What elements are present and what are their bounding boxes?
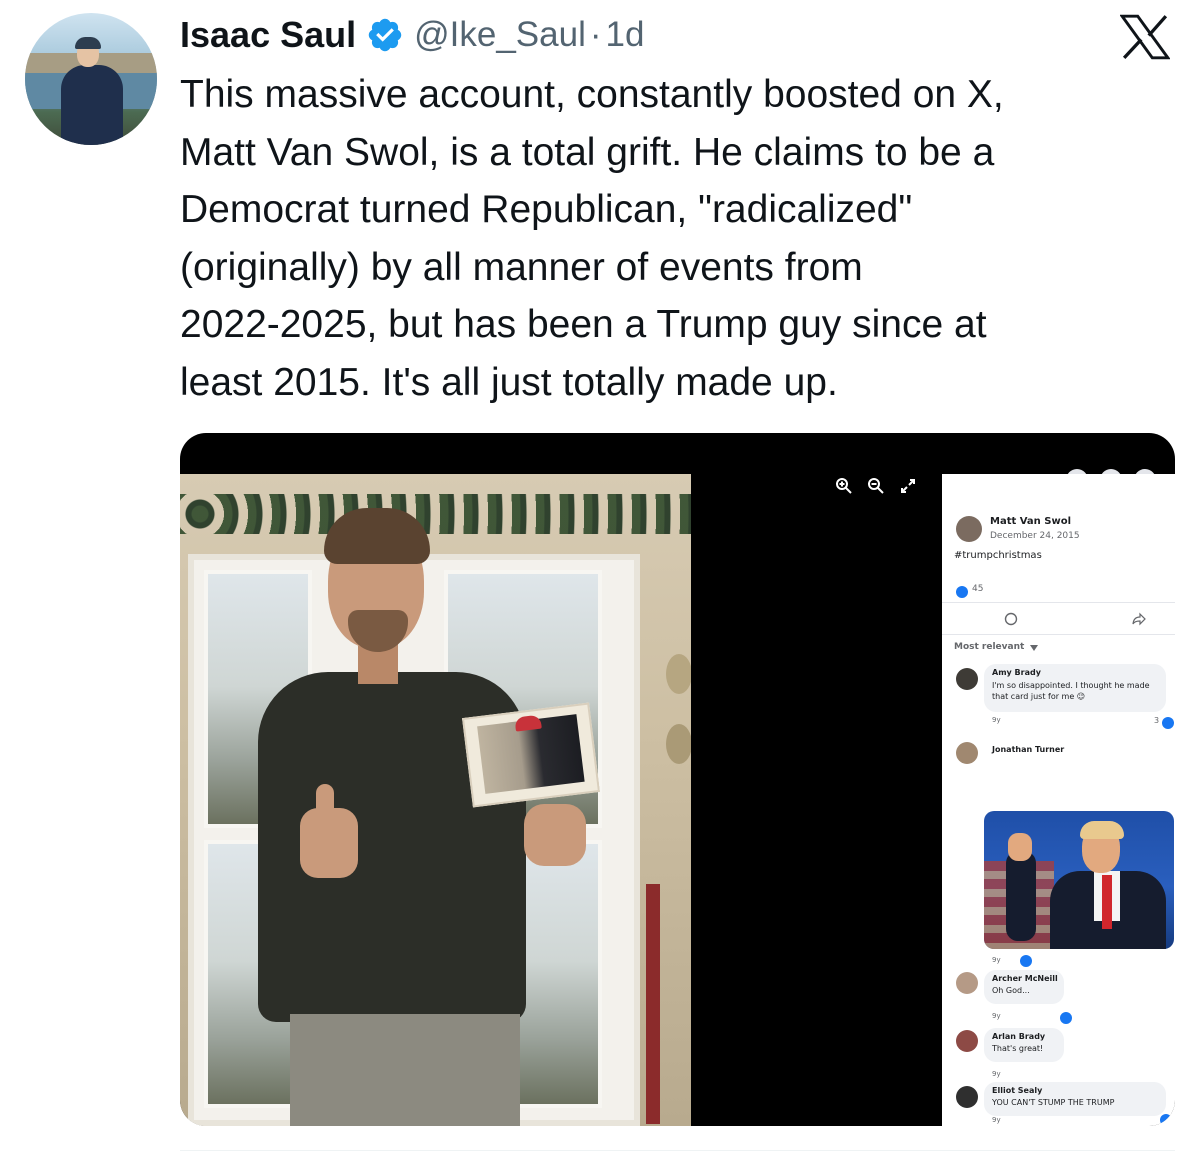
author-name[interactable]: Isaac Saul (180, 14, 356, 56)
red-pole (646, 884, 660, 1124)
like-reaction-icon (1162, 717, 1174, 729)
comment-text: Oh God... (992, 986, 1030, 995)
author-handle[interactable]: @Ike_Saul (414, 15, 586, 55)
like-reaction-icon (1160, 1114, 1172, 1126)
zoom-in-icon[interactable] (835, 477, 853, 495)
wall-plate (666, 654, 691, 694)
christmas-garland (180, 494, 691, 534)
share-arrow-icon[interactable] (1132, 612, 1146, 626)
post-date[interactable]: December 24, 2015 (990, 531, 1080, 541)
comment-avatar[interactable] (956, 742, 978, 764)
comment-text: I'm so disappointed. I thought he made t… (992, 681, 1150, 701)
comment-age: 9y (992, 716, 1001, 724)
author-avatar[interactable] (25, 13, 157, 145)
thumbs-up-hand (300, 808, 358, 878)
like-reaction-icon (1060, 1012, 1072, 1024)
facebook-post-panel: Matt Van Swol December 24, 2015 #trumpch… (942, 474, 1175, 1126)
comment-avatar[interactable] (956, 972, 978, 994)
comment-photo-trump (984, 811, 1174, 949)
header-separator: · (589, 15, 602, 54)
comment-age: 9y (992, 1116, 1001, 1124)
hair (1080, 821, 1124, 839)
divider (942, 634, 1175, 635)
zoom-out-icon[interactable] (867, 477, 885, 495)
expand-icon[interactable] (899, 477, 917, 495)
comment-author[interactable]: Elliot Sealy (992, 1086, 1042, 1095)
tweet-media[interactable]: Matt Van Swol December 24, 2015 #trumpch… (180, 433, 1175, 1126)
x-logo-icon[interactable] (1120, 14, 1170, 60)
man-holding-card-photo (180, 474, 691, 1126)
comment-text: That's great! (992, 1044, 1044, 1053)
divider (180, 1150, 1175, 1151)
post-author-name[interactable]: Matt Van Swol (990, 516, 1071, 527)
trump-christmas-card (461, 702, 601, 808)
comment-text: YOU CAN'T STUMP THE TRUMP (992, 1098, 1115, 1107)
comment-age: 9y (992, 1070, 1001, 1078)
like-reaction-icon (956, 586, 968, 598)
comment-avatar[interactable] (956, 668, 978, 690)
comment-avatar[interactable] (956, 1030, 978, 1052)
comment-author[interactable]: Jonathan Turner (992, 745, 1064, 754)
comment-sort-label[interactable]: Most relevant (954, 642, 1024, 652)
thumbs-up-hand (1008, 833, 1032, 861)
tweet-text: This massive account, constantly boosted… (180, 73, 1004, 404)
chevron-down-icon[interactable] (1030, 645, 1038, 651)
post-author-avatar (956, 516, 982, 542)
post-hashtag[interactable]: #trumpchristmas (954, 550, 1042, 561)
divider (942, 602, 1175, 603)
comment-avatar[interactable] (956, 1086, 978, 1108)
avatar-person-cap (75, 37, 101, 49)
whatsapp-share-icon[interactable] (1004, 612, 1018, 626)
post-timestamp[interactable]: 1d (606, 15, 645, 55)
red-tie (1102, 875, 1112, 929)
reaction-count[interactable]: 45 (972, 584, 983, 594)
holding-hand (524, 804, 586, 866)
comment-author[interactable]: Amy Brady (992, 668, 1041, 677)
comment-reaction-count: 3 (1154, 716, 1160, 725)
comment-author[interactable]: Arlan Brady (992, 1032, 1045, 1041)
tweet-header: Isaac Saul @Ike_Saul · 1d (180, 12, 644, 58)
verified-badge-icon (368, 18, 402, 52)
avatar-person-body (61, 65, 123, 145)
comment-age: 9y (992, 956, 1001, 964)
wall-plate (666, 724, 691, 764)
like-reaction-icon (1020, 955, 1032, 967)
man-pants (290, 1014, 520, 1126)
comment-author[interactable]: Archer McNeill (992, 974, 1058, 983)
raised-arm (1006, 851, 1036, 941)
comment-age: 9y (992, 1012, 1001, 1020)
viewer-controls (835, 477, 917, 495)
